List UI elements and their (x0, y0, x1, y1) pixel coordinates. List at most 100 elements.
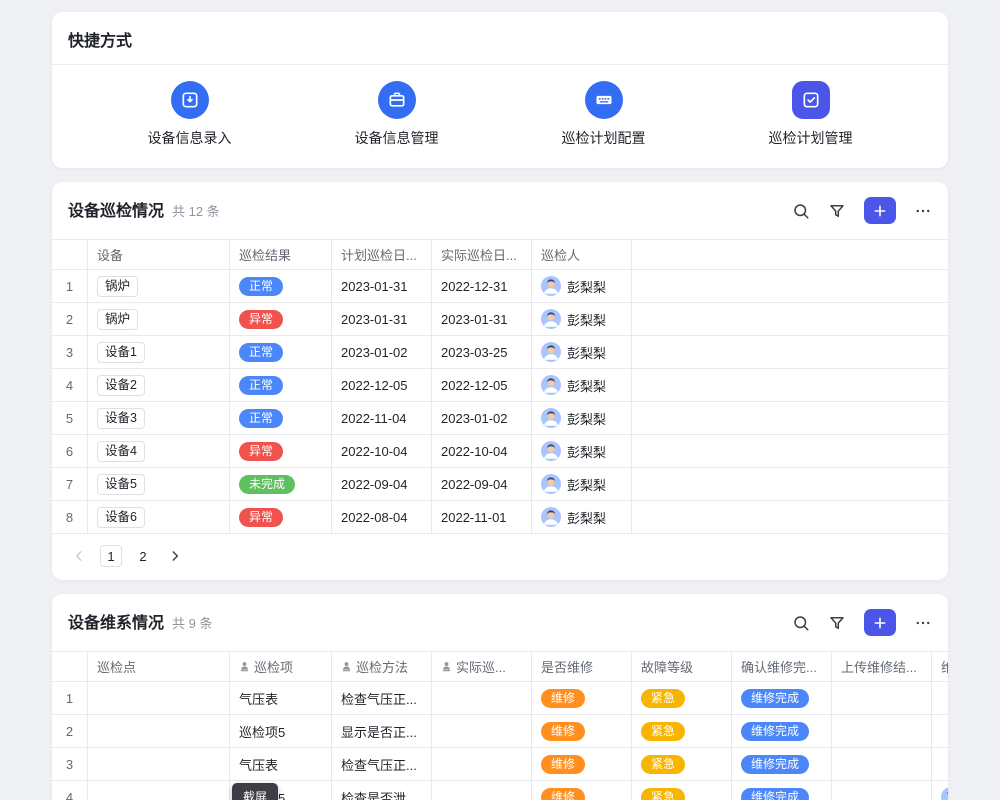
upload-cell[interactable] (832, 715, 932, 748)
plan-date-cell[interactable]: 2022-12-05 (332, 369, 432, 402)
actual-date-cell[interactable]: 2022-10-04 (432, 435, 532, 468)
actual-date-cell[interactable]: 2023-01-31 (432, 303, 532, 336)
shortcut-item-4[interactable]: 巡检计划管理 (769, 81, 853, 148)
column-header-0[interactable]: 巡检点 (88, 652, 230, 682)
filter-icon[interactable] (828, 202, 846, 220)
actual-date-cell[interactable]: 2022-11-01 (432, 501, 532, 534)
repairer-cell[interactable] (932, 781, 948, 800)
row-number[interactable]: 3 (52, 336, 88, 369)
column-header-2[interactable]: 计划巡检日... (332, 240, 432, 270)
point-cell[interactable] (88, 715, 230, 748)
add-record-button[interactable] (864, 197, 896, 224)
row-number[interactable]: 3 (52, 748, 88, 781)
actual-cell[interactable] (432, 781, 532, 800)
method-cell[interactable]: 检查是否泄... (332, 781, 432, 800)
confirm-cell[interactable]: 维修完成 (732, 715, 832, 748)
prev-page-icon[interactable] (68, 545, 90, 567)
column-header-3[interactable]: 实际巡检日... (432, 240, 532, 270)
row-number[interactable]: 4 (52, 781, 88, 800)
item-cell[interactable]: 巡检项5 (230, 715, 332, 748)
column-header-3[interactable]: 实际巡... (432, 652, 532, 682)
shortcut-item-1[interactable]: 设备信息录入 (148, 81, 232, 148)
confirm-cell[interactable]: 维修完成 (732, 748, 832, 781)
row-number[interactable]: 7 (52, 468, 88, 501)
upload-cell[interactable] (832, 682, 932, 715)
row-number[interactable]: 8 (52, 501, 88, 534)
plan-date-cell[interactable]: 2022-08-04 (332, 501, 432, 534)
column-header-8[interactable]: 维 (932, 652, 948, 682)
device-cell[interactable]: 设备6 (88, 501, 230, 534)
inspector-cell[interactable]: 彭梨梨 (532, 270, 632, 303)
inspector-cell[interactable]: 彭梨梨 (532, 303, 632, 336)
plan-date-cell[interactable]: 2022-10-04 (332, 435, 432, 468)
column-header-2[interactable]: 巡检方法 (332, 652, 432, 682)
result-cell[interactable]: 正常 (230, 270, 332, 303)
actual-date-cell[interactable]: 2023-01-02 (432, 402, 532, 435)
repair-cell[interactable]: 维修 (532, 748, 632, 781)
level-cell[interactable]: 紧急 (632, 682, 732, 715)
actual-cell[interactable] (432, 682, 532, 715)
result-cell[interactable]: 正常 (230, 369, 332, 402)
repairer-cell[interactable] (932, 748, 948, 781)
column-header-5[interactable]: 故障等级 (632, 652, 732, 682)
repair-cell[interactable]: 维修 (532, 715, 632, 748)
row-number[interactable]: 5 (52, 402, 88, 435)
confirm-cell[interactable]: 维修完成 (732, 682, 832, 715)
inspector-cell[interactable]: 彭梨梨 (532, 468, 632, 501)
method-cell[interactable]: 显示是否正... (332, 715, 432, 748)
confirm-cell[interactable]: 维修完成 (732, 781, 832, 800)
repairer-cell[interactable] (932, 682, 948, 715)
device-cell[interactable]: 设备5 (88, 468, 230, 501)
level-cell[interactable]: 紧急 (632, 748, 732, 781)
filter-icon[interactable] (828, 614, 846, 632)
method-cell[interactable]: 检查气压正... (332, 748, 432, 781)
column-header-4[interactable]: 巡检人 (532, 240, 632, 270)
repair-cell[interactable]: 维修 (532, 682, 632, 715)
shortcut-item-3[interactable]: 巡检计划配置 (562, 81, 646, 148)
column-header-7[interactable]: 上传维修结... (832, 652, 932, 682)
repairer-cell[interactable] (932, 715, 948, 748)
plan-date-cell[interactable]: 2023-01-02 (332, 336, 432, 369)
row-number[interactable]: 4 (52, 369, 88, 402)
column-header-4[interactable]: 是否维修 (532, 652, 632, 682)
device-cell[interactable]: 锅炉 (88, 303, 230, 336)
row-number[interactable]: 1 (52, 270, 88, 303)
actual-date-cell[interactable]: 2023-03-25 (432, 336, 532, 369)
plan-date-cell[interactable]: 2023-01-31 (332, 270, 432, 303)
method-cell[interactable]: 检查气压正... (332, 682, 432, 715)
result-cell[interactable]: 异常 (230, 435, 332, 468)
device-cell[interactable]: 设备1 (88, 336, 230, 369)
result-cell[interactable]: 异常 (230, 501, 332, 534)
level-cell[interactable]: 紧急 (632, 781, 732, 800)
add-record-button[interactable] (864, 609, 896, 636)
more-icon[interactable] (914, 202, 932, 220)
plan-date-cell[interactable]: 2022-09-04 (332, 468, 432, 501)
actual-date-cell[interactable]: 2022-12-31 (432, 270, 532, 303)
actual-date-cell[interactable]: 2022-12-05 (432, 369, 532, 402)
result-cell[interactable]: 正常 (230, 402, 332, 435)
device-cell[interactable]: 设备2 (88, 369, 230, 402)
inspector-cell[interactable]: 彭梨梨 (532, 501, 632, 534)
page-button-2[interactable]: 2 (132, 545, 154, 567)
device-cell[interactable]: 锅炉 (88, 270, 230, 303)
page-button-1[interactable]: 1 (100, 545, 122, 567)
row-number[interactable]: 2 (52, 715, 88, 748)
shortcut-item-2[interactable]: 设备信息管理 (355, 81, 439, 148)
column-header-6[interactable]: 确认维修完... (732, 652, 832, 682)
column-header-1[interactable]: 巡检项 (230, 652, 332, 682)
repair-cell[interactable]: 维修 (532, 781, 632, 800)
more-icon[interactable] (914, 614, 932, 632)
item-cell[interactable]: 气压表 (230, 748, 332, 781)
point-cell[interactable] (88, 682, 230, 715)
column-header-0[interactable]: 设备 (88, 240, 230, 270)
actual-cell[interactable] (432, 748, 532, 781)
next-page-icon[interactable] (164, 545, 186, 567)
inspector-cell[interactable]: 彭梨梨 (532, 402, 632, 435)
inspector-cell[interactable]: 彭梨梨 (532, 369, 632, 402)
column-header-1[interactable]: 巡检结果 (230, 240, 332, 270)
plan-date-cell[interactable]: 2023-01-31 (332, 303, 432, 336)
upload-cell[interactable] (832, 781, 932, 800)
device-cell[interactable]: 设备4 (88, 435, 230, 468)
row-number[interactable]: 2 (52, 303, 88, 336)
row-number[interactable]: 6 (52, 435, 88, 468)
